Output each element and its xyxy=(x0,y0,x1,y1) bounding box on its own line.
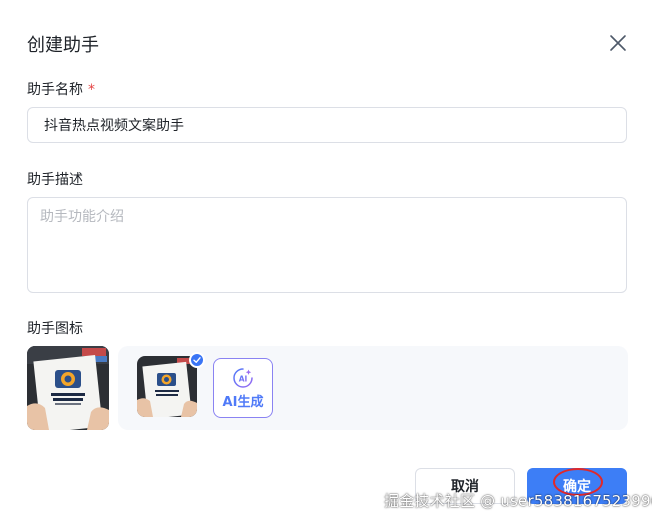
close-button[interactable] xyxy=(606,31,630,55)
icon-option-selected[interactable] xyxy=(137,356,197,417)
description-textarea-wrapper xyxy=(27,197,627,293)
assistant-icon-preview xyxy=(27,346,109,430)
ai-generate-label: AI生成 xyxy=(222,394,264,410)
selected-check-badge xyxy=(189,352,205,368)
close-icon[interactable] xyxy=(606,31,630,55)
name-input-wrapper xyxy=(27,107,627,143)
svg-text:AI: AI xyxy=(239,374,248,383)
create-assistant-dialog: 创建助手 助手名称 * 助手描述 助手图标 xyxy=(0,0,652,523)
required-mark: * xyxy=(88,82,95,98)
ai-generate-button[interactable]: AI AI生成 xyxy=(213,358,273,418)
icon-field-label: 助手图标 xyxy=(27,321,83,337)
ai-sparkle-icon: AI xyxy=(233,367,253,388)
watermark: 掘金技术社区 @ user5838167523996 xyxy=(384,492,652,510)
assistant-description-textarea[interactable] xyxy=(28,198,626,292)
name-label-text: 助手名称 xyxy=(27,82,83,98)
dialog-title: 创建助手 xyxy=(27,35,99,56)
assistant-name-input[interactable] xyxy=(28,108,626,142)
name-field-label: 助手名称 * xyxy=(27,79,95,99)
check-icon xyxy=(193,357,201,363)
description-field-label: 助手描述 xyxy=(27,172,83,188)
